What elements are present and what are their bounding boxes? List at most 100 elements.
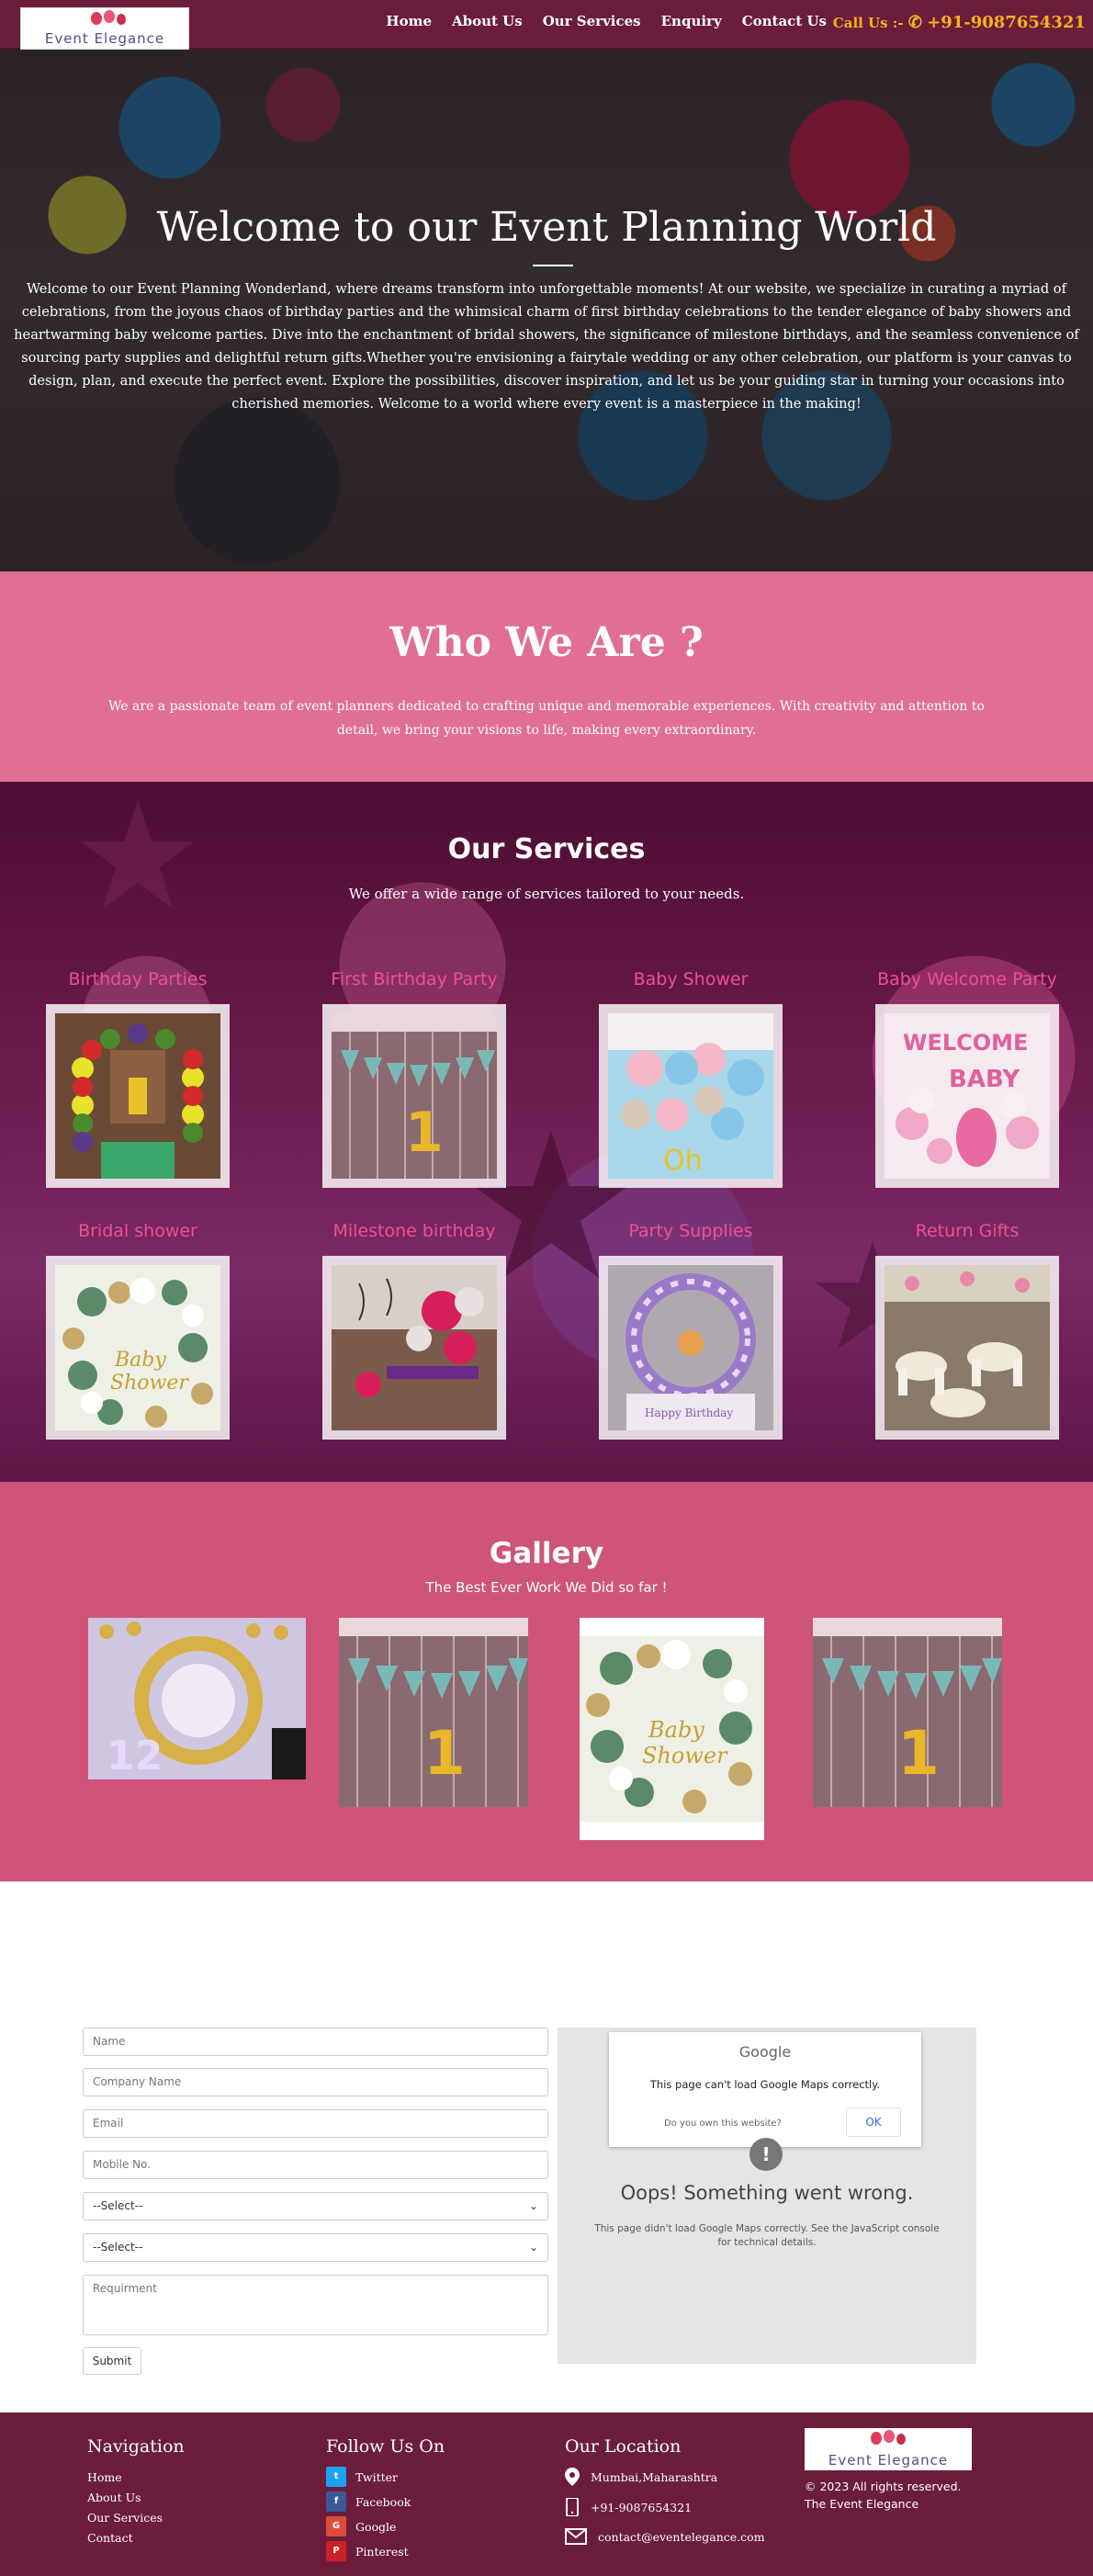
svg-text:1: 1 xyxy=(897,1718,940,1789)
select-value: --Select-- xyxy=(93,2241,143,2254)
call-phone-number[interactable]: +91-9087654321 xyxy=(927,13,1086,32)
requirement-textarea[interactable]: Requirment xyxy=(83,2275,548,2335)
name-field[interactable]: Name xyxy=(83,2028,548,2056)
service-image: WELCOME BABY xyxy=(875,1004,1059,1188)
gallery-image-2[interactable]: 1 xyxy=(339,1618,528,1807)
hero-text: Welcome to our Event Planning Wonderland… xyxy=(14,281,1079,412)
svg-text:1: 1 xyxy=(423,1718,466,1789)
email-text: contact@eventelegance.com xyxy=(598,2529,765,2544)
mobile-field[interactable]: Mobile No. xyxy=(83,2151,548,2179)
email-field[interactable]: Email xyxy=(83,2109,548,2138)
service-title: Return Gifts xyxy=(915,1221,1020,1241)
who-text: We are a passionate team of event planne… xyxy=(108,699,985,738)
footer-address: Mumbai,Maharashtra xyxy=(565,2468,717,2486)
who-title: Who We Are ? xyxy=(389,619,704,666)
gallery-section: Gallery The Best Ever Work We Did so far… xyxy=(0,1482,1093,1881)
service-image xyxy=(46,1004,230,1188)
social-label: Google xyxy=(355,2519,397,2534)
gallery-image-4[interactable]: 1 xyxy=(813,1618,1002,1807)
google-logo: Google xyxy=(738,2043,792,2061)
social-pinterest[interactable]: P Pinterest xyxy=(326,2541,409,2561)
map-oops-text: Oops! Something went wrong. xyxy=(620,2182,914,2204)
service-image: Happy Birthday xyxy=(599,1256,783,1440)
google-map-embed[interactable]: Google This page can't load Google Maps … xyxy=(558,2028,976,2364)
twitter-icon: t xyxy=(326,2467,346,2487)
hero-divider xyxy=(533,265,573,266)
hero-section: Welcome to our Event Planning World Welc… xyxy=(0,50,1093,571)
nav-enquiry[interactable]: Enquiry xyxy=(661,13,722,29)
site-logo[interactable]: Event Elegance xyxy=(20,7,189,50)
svg-text:Baby: Baby xyxy=(648,1717,704,1743)
footer-location-heading: Our Location xyxy=(565,2436,682,2457)
footer-logo[interactable]: Event Elegance xyxy=(805,2428,972,2470)
social-label: Twitter xyxy=(355,2469,399,2484)
footer-phone[interactable]: +91-9087654321 xyxy=(565,2498,692,2516)
hero-title: Welcome to our Event Planning World xyxy=(156,204,937,251)
footer-link-our-services[interactable]: Our Services xyxy=(87,2511,163,2525)
gallery-image-3[interactable]: Baby Shower xyxy=(580,1618,764,1840)
svg-text:WELCOME: WELCOME xyxy=(903,1030,1028,1056)
map-error-message: This page can't load Google Maps correct… xyxy=(649,2078,881,2091)
select-dropdown-2[interactable]: --Select-- ⌄ xyxy=(83,2233,548,2262)
services-subtitle: We offer a wide range of services tailor… xyxy=(348,886,745,902)
social-label: Facebook xyxy=(355,2494,411,2509)
services-section: Our Services We offer a wide range of se… xyxy=(0,782,1093,1482)
service-title: First Birthday Party xyxy=(331,969,498,989)
map-ok-button[interactable]: OK xyxy=(846,2107,901,2137)
nav-contact-us[interactable]: Contact Us xyxy=(742,13,827,29)
social-google[interactable]: G Google xyxy=(326,2516,396,2536)
footer-link-contact[interactable]: Contact xyxy=(87,2531,133,2545)
svg-text:Happy Birthday: Happy Birthday xyxy=(645,1407,733,1419)
service-title: Baby Shower xyxy=(633,969,749,989)
pinterest-icon: P xyxy=(326,2541,346,2561)
facebook-icon: f xyxy=(326,2491,346,2512)
svg-text:Baby: Baby xyxy=(114,1349,166,1372)
top-navbar: Event Elegance Home About Us Our Service… xyxy=(0,0,1093,50)
service-title: Birthday Parties xyxy=(68,969,208,989)
gallery-title: Gallery xyxy=(489,1537,604,1570)
nav-links: Home About Us Our Services Enquiry Conta… xyxy=(386,13,827,29)
svg-text:Oh: Oh xyxy=(663,1145,703,1177)
company-name-field[interactable]: Company Name xyxy=(83,2068,548,2096)
error-icon: ! xyxy=(749,2138,783,2171)
phone-text: +91-9087654321 xyxy=(591,2500,693,2514)
footer-email[interactable]: contact@eventelegance.com xyxy=(565,2528,765,2545)
map-error-dialog: Google This page can't load Google Maps … xyxy=(609,2032,921,2147)
footer-link-about-us[interactable]: About Us xyxy=(87,2491,141,2504)
envelope-icon xyxy=(565,2528,587,2545)
svg-text:Shower: Shower xyxy=(110,1372,189,1395)
phone-icon: ✆ xyxy=(907,13,922,32)
nav-our-services[interactable]: Our Services xyxy=(543,13,641,29)
social-twitter[interactable]: t Twitter xyxy=(326,2467,398,2487)
service-title: Party Supplies xyxy=(628,1221,753,1241)
svg-text:1: 1 xyxy=(405,1101,444,1165)
gallery-image-1[interactable]: 12 xyxy=(88,1618,306,1779)
nav-home[interactable]: Home xyxy=(386,13,432,29)
services-title: Our Services xyxy=(447,833,646,865)
footer-logo-text: Event Elegance xyxy=(828,2452,949,2469)
footer: Navigation Home About Us Our Services Co… xyxy=(0,2412,1093,2576)
footer-follow-heading: Follow Us On xyxy=(326,2436,445,2457)
footer-nav-heading: Navigation xyxy=(87,2436,185,2457)
service-image: Baby Shower xyxy=(46,1256,230,1440)
chevron-down-icon: ⌄ xyxy=(528,2199,538,2212)
service-image xyxy=(322,1256,506,1440)
call-label: Call Us :- xyxy=(832,15,904,31)
brand-text: The Event Elegance xyxy=(805,2497,919,2511)
address-text: Mumbai,Maharashtra xyxy=(591,2469,718,2484)
map-own-question: Do you own this website? xyxy=(664,2118,782,2129)
who-we-are-section: Who We Are ? We are a passionate team of… xyxy=(0,571,1093,782)
submit-button[interactable]: Submit xyxy=(83,2347,141,2375)
social-label: Pinterest xyxy=(355,2544,409,2559)
social-facebook[interactable]: f Facebook xyxy=(326,2491,411,2512)
chevron-down-icon: ⌄ xyxy=(528,2241,538,2254)
svg-text:12: 12 xyxy=(107,1733,163,1779)
select-dropdown-1[interactable]: --Select-- ⌄ xyxy=(83,2192,548,2220)
footer-link-home[interactable]: Home xyxy=(87,2470,122,2484)
service-image: Oh xyxy=(599,1004,783,1188)
service-title: Baby Welcome Party xyxy=(877,969,1057,989)
call-us[interactable]: Call Us :- ✆ +91-9087654321 xyxy=(833,13,1086,32)
svg-text:BABY: BABY xyxy=(949,1066,1020,1093)
select-value: --Select-- xyxy=(93,2199,143,2212)
nav-about-us[interactable]: About Us xyxy=(452,13,523,29)
